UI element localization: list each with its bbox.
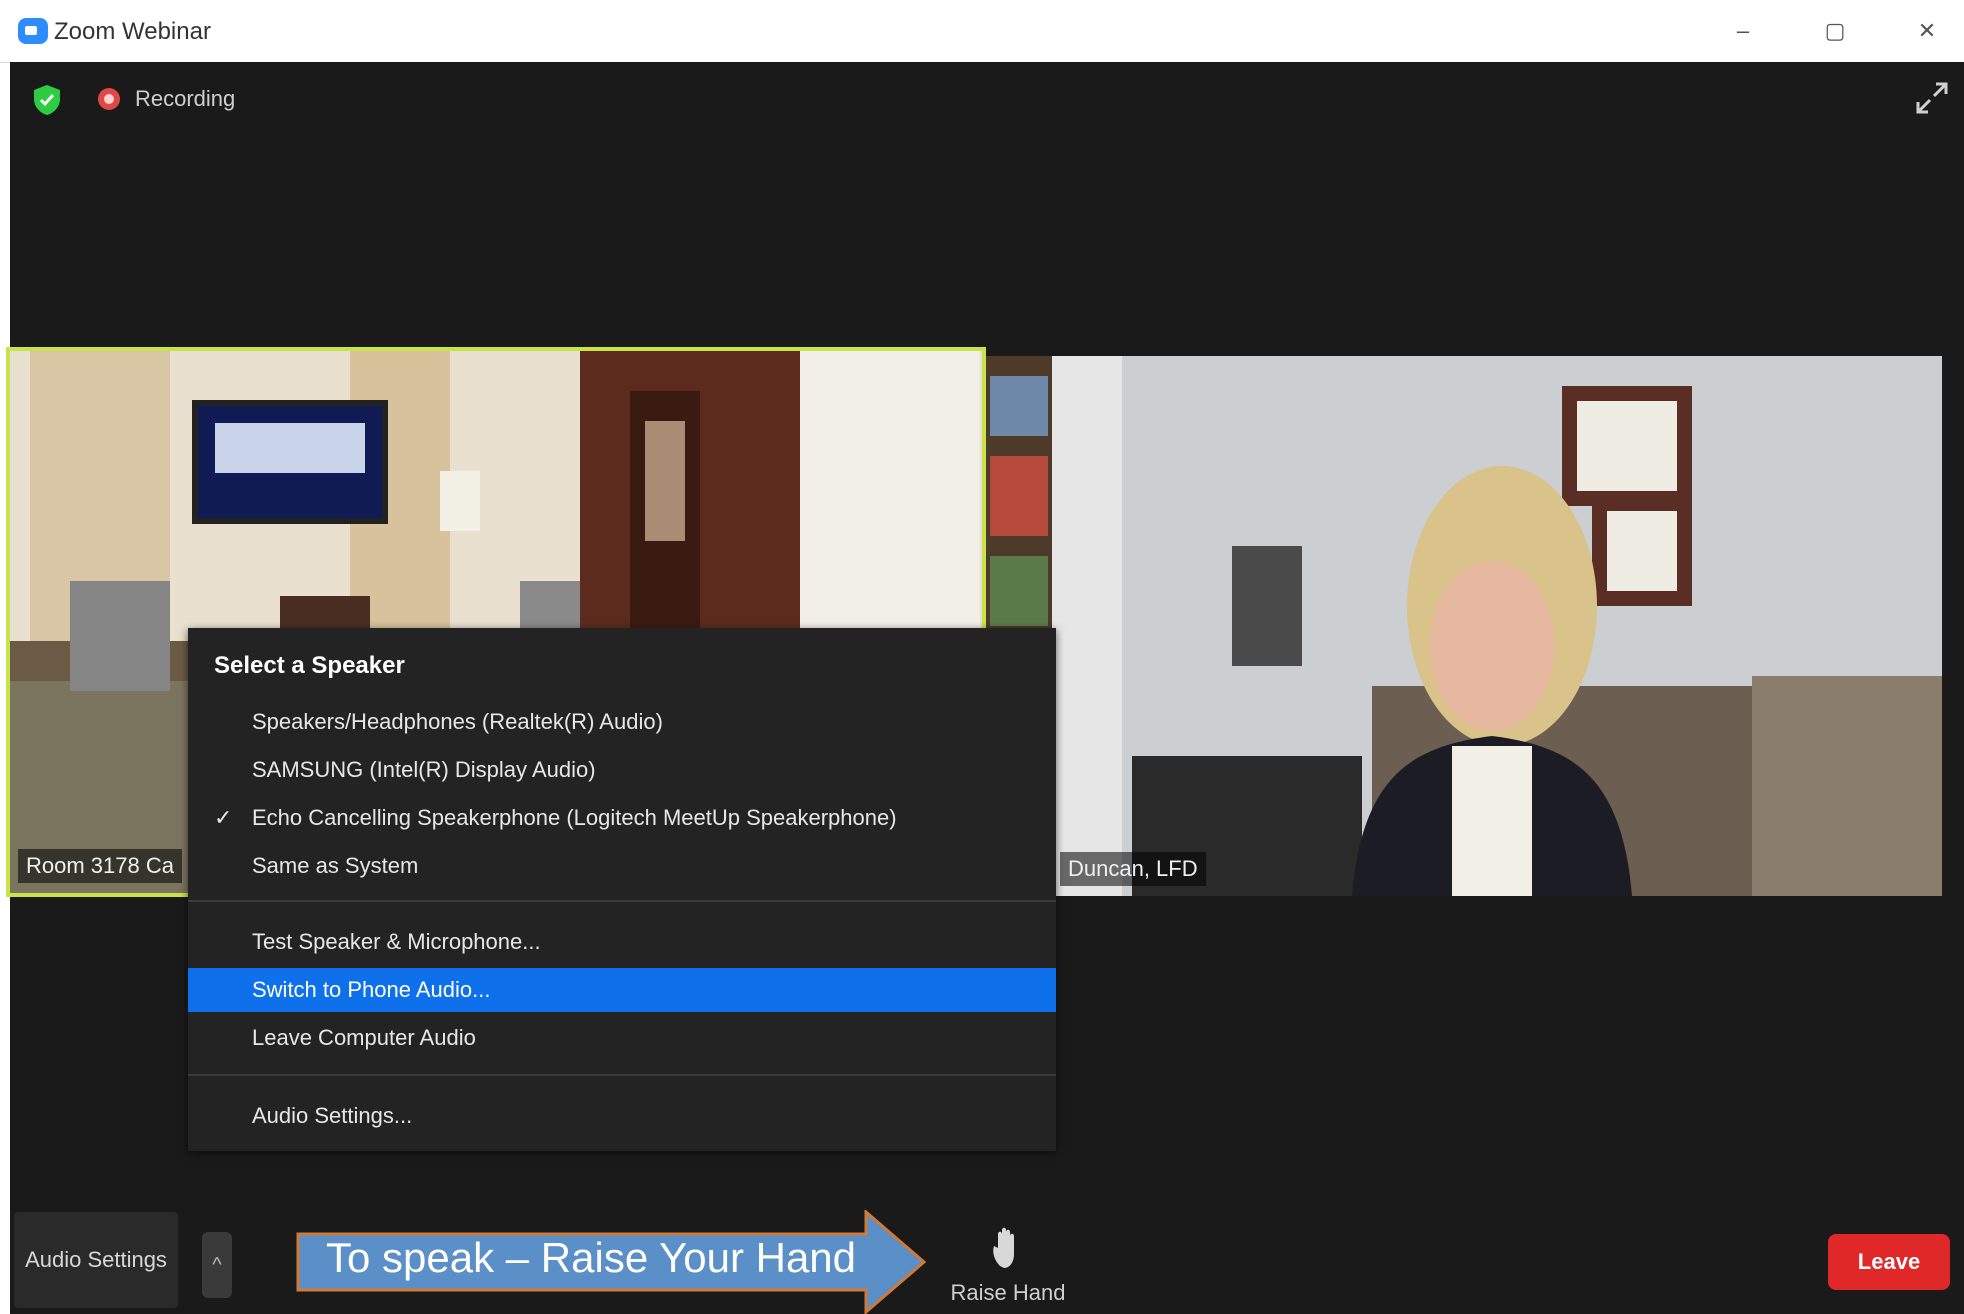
checkmark-icon: ✓ (214, 805, 233, 830)
participant-name-room: Room 3178 Ca (18, 849, 182, 883)
callout-text: To speak – Raise Your Hand (326, 1234, 857, 1281)
menu-divider (188, 900, 1056, 902)
audio-settings-menu-item[interactable]: Audio Settings... (188, 1094, 1056, 1138)
speaker-option-realtek[interactable]: Speakers/Headphones (Realtek(R) Audio) (188, 700, 1056, 744)
recording-label: Recording (135, 86, 236, 111)
raise-hand-button[interactable]: Raise Hand (942, 1222, 1074, 1312)
leave-computer-audio-item[interactable]: Leave Computer Audio (188, 1016, 1056, 1060)
duncan-video-feed (1052, 356, 1942, 896)
leave-button[interactable]: Leave (1828, 1234, 1950, 1290)
video-tile-duncan[interactable]: Duncan, LFD (1052, 356, 1942, 896)
menu-item-label: Audio Settings... (252, 1103, 413, 1128)
menu-item-label: Echo Cancelling Speakerphone (Logitech M… (252, 805, 897, 830)
audio-settings-button[interactable]: Audio Settings (14, 1212, 178, 1308)
raise-hand-callout: To speak – Raise Your Hand (296, 1210, 926, 1314)
minimize-button[interactable]: – (1720, 12, 1766, 50)
speaker-option-samsung[interactable]: SAMSUNG (Intel(R) Display Audio) (188, 748, 1056, 792)
switch-to-phone-audio-item[interactable]: Switch to Phone Audio... (188, 968, 1056, 1012)
close-button[interactable]: ✕ (1904, 12, 1950, 50)
test-speaker-microphone-item[interactable]: Test Speaker & Microphone... (188, 920, 1056, 964)
hand-icon (993, 1227, 1014, 1268)
menu-item-label: Same as System (252, 853, 419, 878)
menu-item-label: Speakers/Headphones (Realtek(R) Audio) (252, 709, 663, 734)
menu-item-label: SAMSUNG (Intel(R) Display Audio) (252, 757, 596, 782)
audio-speaker-menu: Select a Speaker Speakers/Headphones (Re… (188, 628, 1056, 1151)
window-title: Zoom Webinar (54, 18, 211, 45)
chevron-up-icon[interactable]: ^ (202, 1232, 232, 1298)
maximize-button[interactable]: ▢ (1812, 12, 1858, 50)
menu-item-label: Leave Computer Audio (252, 1025, 476, 1050)
expand-icon[interactable] (1914, 80, 1950, 116)
menu-item-label: Test Speaker & Microphone... (252, 929, 541, 954)
raise-hand-label: Raise Hand (950, 1280, 1066, 1305)
shield-check-icon[interactable] (32, 84, 62, 116)
menu-header: Select a Speaker (214, 652, 405, 679)
speaker-option-same-as-system[interactable]: Same as System (188, 844, 1056, 888)
speaker-option-echo-cancelling[interactable]: ✓ Echo Cancelling Speakerphone (Logitech… (188, 796, 1056, 840)
window-titlebar: Zoom Webinar – ▢ ✕ (0, 0, 1964, 63)
menu-divider (188, 1074, 1056, 1076)
zoom-logo-icon (18, 18, 48, 44)
recording-dot-icon (98, 88, 120, 110)
menu-item-label: Switch to Phone Audio... (252, 977, 491, 1002)
participant-name-duncan: Duncan, LFD (1060, 852, 1206, 886)
